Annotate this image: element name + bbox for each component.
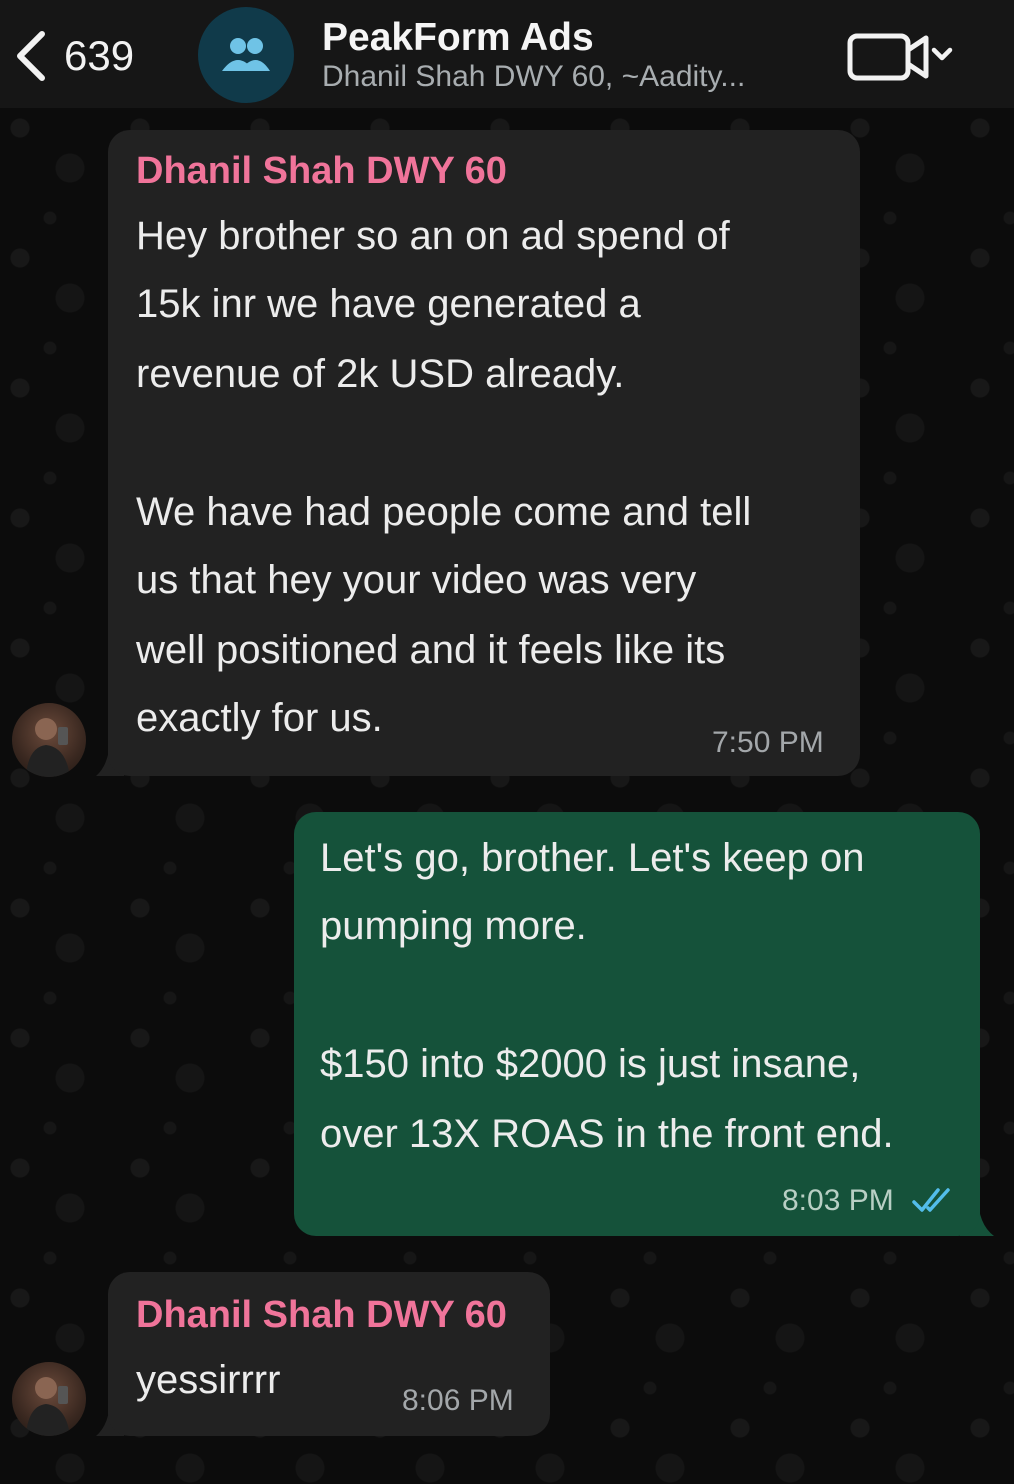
message-timestamp: 7:50 PM <box>712 726 824 759</box>
sender-name[interactable]: Dhanil Shah DWY 60 <box>136 1294 507 1337</box>
message-text-line: over 13X ROAS in the front end. <box>320 1112 894 1156</box>
message-text-line: We have had people come and tell <box>136 490 752 534</box>
message-text-line: 15k inr we have generated a <box>136 282 641 326</box>
sender-avatar[interactable] <box>12 703 86 777</box>
chat-header: 639 PeakForm Ads Dhanil Shah DWY 60, ~Aa… <box>0 0 1014 108</box>
back-button[interactable]: 639 <box>12 26 162 86</box>
message-text-line: exactly for us. <box>136 696 383 740</box>
message-bubble-incoming[interactable]: Dhanil Shah DWY 60 yessirrrr 8:06 PM <box>108 1272 550 1436</box>
chat-participants[interactable]: Dhanil Shah DWY 60, ~Aadity... <box>322 60 745 94</box>
sender-avatar[interactable] <box>12 1362 86 1436</box>
video-call-icon <box>847 33 929 81</box>
message-text-line: yessirrrr <box>136 1358 281 1402</box>
message-bubble-outgoing[interactable]: Let's go, brother. Let's keep on pumping… <box>294 812 980 1236</box>
chat-title[interactable]: PeakForm Ads <box>322 16 594 60</box>
message-text-line: us that hey your video was very <box>136 558 697 602</box>
person-photo-icon <box>26 1377 70 1436</box>
video-call-button[interactable] <box>846 30 956 84</box>
group-avatar[interactable] <box>198 7 294 103</box>
message-text-line: Hey brother so an on ad spend of <box>136 214 730 258</box>
group-icon <box>222 38 270 71</box>
sender-name[interactable]: Dhanil Shah DWY 60 <box>136 150 507 193</box>
chevron-down-icon <box>931 47 953 61</box>
unread-count: 639 <box>64 32 135 79</box>
message-bubble-incoming[interactable]: Dhanil Shah DWY 60 Hey brother so an on … <box>108 130 860 776</box>
message-timestamp: 8:03 PM <box>782 1184 894 1217</box>
message-text-line: Let's go, brother. Let's keep on <box>320 836 865 880</box>
message-text-line: $150 into $2000 is just insane, <box>320 1042 861 1086</box>
back-chevron-icon <box>17 31 45 81</box>
message-text-line: well positioned and it feels like its <box>136 628 726 672</box>
message-text-line: revenue of 2k USD already. <box>136 352 625 396</box>
message-text-line: pumping more. <box>320 904 587 948</box>
message-timestamp: 8:06 PM <box>402 1384 514 1417</box>
person-photo-icon <box>26 718 70 777</box>
double-check-read-icon <box>912 1188 950 1212</box>
